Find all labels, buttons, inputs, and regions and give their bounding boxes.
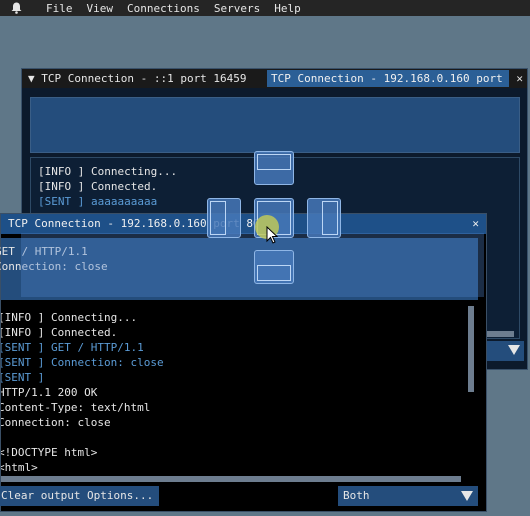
chevron-down-icon <box>508 345 520 355</box>
chevron-down-icon <box>461 491 473 501</box>
menu-servers[interactable]: Servers <box>214 2 260 15</box>
dock-right-target[interactable] <box>307 198 341 238</box>
log-line: <!DOCTYPE html> <box>1 446 98 459</box>
close-icon[interactable]: ✕ <box>472 214 479 234</box>
window-title-bar[interactable]: TCP Connection - 192.168.0.160 port 80 ✕ <box>1 214 486 234</box>
clear-output-button[interactable]: Clear output <box>0 486 87 506</box>
log-line: [SENT ] Connection: close <box>1 356 164 369</box>
close-icon[interactable]: ✕ <box>516 69 523 88</box>
menu-file[interactable]: File <box>46 2 73 15</box>
log-line: [INFO ] Connecting... <box>1 311 138 324</box>
options-button[interactable]: Options... <box>81 486 160 506</box>
menu-bar: File View Connections Servers Help <box>0 0 530 16</box>
back-mode-dropdown[interactable] <box>484 341 524 361</box>
tab-ipv4-connection[interactable]: TCP Connection - 192.168.0.160 port 80 <box>267 70 509 87</box>
dock-left-target[interactable] <box>207 198 241 238</box>
back-input-area[interactable] <box>30 97 520 153</box>
mode-dropdown[interactable]: Both <box>338 486 478 506</box>
dock-preview-area <box>21 233 484 297</box>
menu-help[interactable]: Help <box>274 2 301 15</box>
log-line: HTTP/1.1 200 OK <box>1 386 98 399</box>
vertical-scrollbar[interactable] <box>468 306 474 392</box>
log-line: [SENT ] GET / HTTP/1.1 <box>1 341 144 354</box>
dock-bottom-target[interactable] <box>254 250 294 284</box>
bell-icon[interactable] <box>8 0 24 16</box>
log-line: Content-Type: text/html <box>1 401 151 414</box>
horizontal-scrollbar[interactable] <box>1 476 461 482</box>
log-line: [SENT ] <box>1 371 45 384</box>
cursor-icon <box>266 225 279 247</box>
log-line: [INFO ] Connected. <box>1 326 118 339</box>
back-tab-bar: ▼ TCP Connection - ::1 port 16459 TCP Co… <box>22 69 527 88</box>
bottom-bar: Clear output Options... Both <box>0 486 486 508</box>
tab-ipv6-connection[interactable]: ▼ TCP Connection - ::1 port 16459 <box>22 69 247 88</box>
dock-top-target[interactable] <box>254 151 294 185</box>
mode-dropdown-value: Both <box>343 489 370 502</box>
output-log: [INFO ] Connecting... [INFO ] Connected. [… <box>1 304 478 484</box>
menu-view[interactable]: View <box>87 2 114 15</box>
log-line: Connection: close <box>1 416 111 429</box>
log-line: <html> <box>1 461 38 474</box>
menu-connections[interactable]: Connections <box>127 2 200 15</box>
